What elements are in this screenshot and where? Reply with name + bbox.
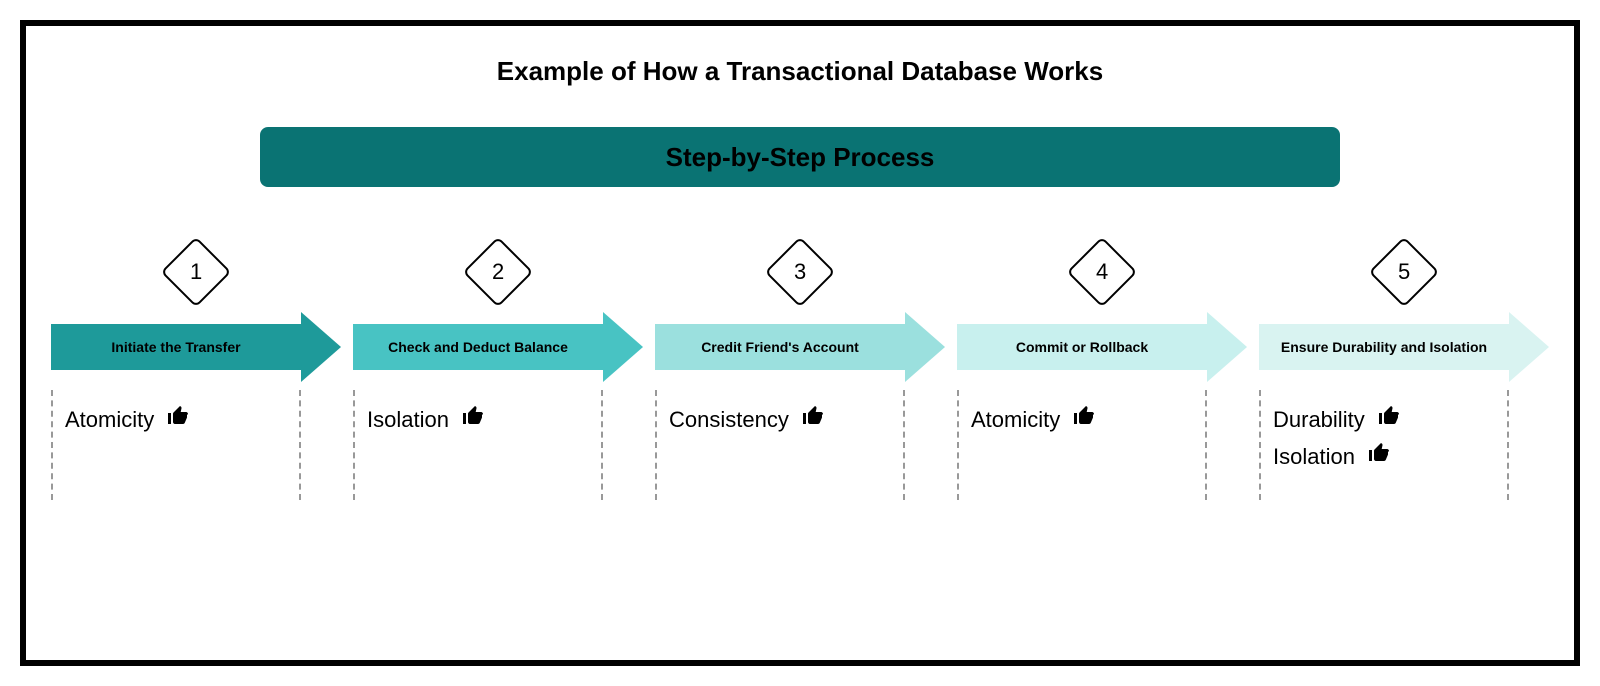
arrow-head-icon xyxy=(301,312,341,382)
step-label: Initiate the Transfer xyxy=(51,324,301,370)
property-text: Durability xyxy=(1273,407,1365,433)
step-1: 1 Initiate the Transfer Atomicity xyxy=(51,247,341,500)
process-banner: Step-by-Step Process xyxy=(260,127,1340,187)
step-2: 2 Check and Deduct Balance Isolation xyxy=(353,247,643,500)
property-text: Consistency xyxy=(669,407,789,433)
step-number-diamond: 2 xyxy=(463,237,534,308)
property-text: Atomicity xyxy=(971,407,1060,433)
step-properties: Isolation xyxy=(353,390,603,500)
arrow-head-icon xyxy=(905,312,945,382)
step-number: 5 xyxy=(1398,259,1410,285)
thumbs-up-icon xyxy=(1367,441,1391,472)
thumbs-up-icon xyxy=(1377,404,1401,435)
step-arrow: Ensure Durability and Isolation xyxy=(1259,312,1549,382)
step-number-diamond: 3 xyxy=(765,237,836,308)
step-properties: Consistency xyxy=(655,390,905,500)
property-text: Isolation xyxy=(1273,444,1355,470)
diagram-title: Example of How a Transactional Database … xyxy=(26,56,1574,87)
step-number: 3 xyxy=(794,259,806,285)
property-line: Isolation xyxy=(367,404,589,435)
property-line: Consistency xyxy=(669,404,891,435)
step-3: 3 Credit Friend's Account Consistency xyxy=(655,247,945,500)
step-properties: Atomicity xyxy=(51,390,301,500)
step-arrow: Check and Deduct Balance xyxy=(353,312,643,382)
steps-row: 1 Initiate the Transfer Atomicity 2 Chec… xyxy=(26,247,1574,500)
diagram-frame: Example of How a Transactional Database … xyxy=(20,20,1580,666)
step-label: Credit Friend's Account xyxy=(655,324,905,370)
thumbs-up-icon xyxy=(461,404,485,435)
step-number: 2 xyxy=(492,259,504,285)
step-4: 4 Commit or Rollback Atomicity xyxy=(957,247,1247,500)
step-properties: Atomicity xyxy=(957,390,1207,500)
property-line: Atomicity xyxy=(971,404,1193,435)
property-text: Atomicity xyxy=(65,407,154,433)
step-5: 5 Ensure Durability and Isolation Durabi… xyxy=(1259,247,1549,500)
step-number: 1 xyxy=(190,259,202,285)
step-number-diamond: 1 xyxy=(161,237,232,308)
arrow-head-icon xyxy=(603,312,643,382)
step-arrow: Commit or Rollback xyxy=(957,312,1247,382)
step-arrow: Credit Friend's Account xyxy=(655,312,945,382)
thumbs-up-icon xyxy=(166,404,190,435)
step-number: 4 xyxy=(1096,259,1108,285)
thumbs-up-icon xyxy=(801,404,825,435)
property-text: Isolation xyxy=(367,407,449,433)
step-label: Ensure Durability and Isolation xyxy=(1259,324,1509,370)
step-number-diamond: 4 xyxy=(1067,237,1138,308)
property-line: Durability xyxy=(1273,404,1495,435)
step-arrow: Initiate the Transfer xyxy=(51,312,341,382)
property-line: Isolation xyxy=(1273,441,1495,472)
property-line: Atomicity xyxy=(65,404,287,435)
step-label: Check and Deduct Balance xyxy=(353,324,603,370)
step-label: Commit or Rollback xyxy=(957,324,1207,370)
arrow-head-icon xyxy=(1509,312,1549,382)
step-properties: Durability Isolation xyxy=(1259,390,1509,500)
step-number-diamond: 5 xyxy=(1369,237,1440,308)
arrow-head-icon xyxy=(1207,312,1247,382)
thumbs-up-icon xyxy=(1072,404,1096,435)
